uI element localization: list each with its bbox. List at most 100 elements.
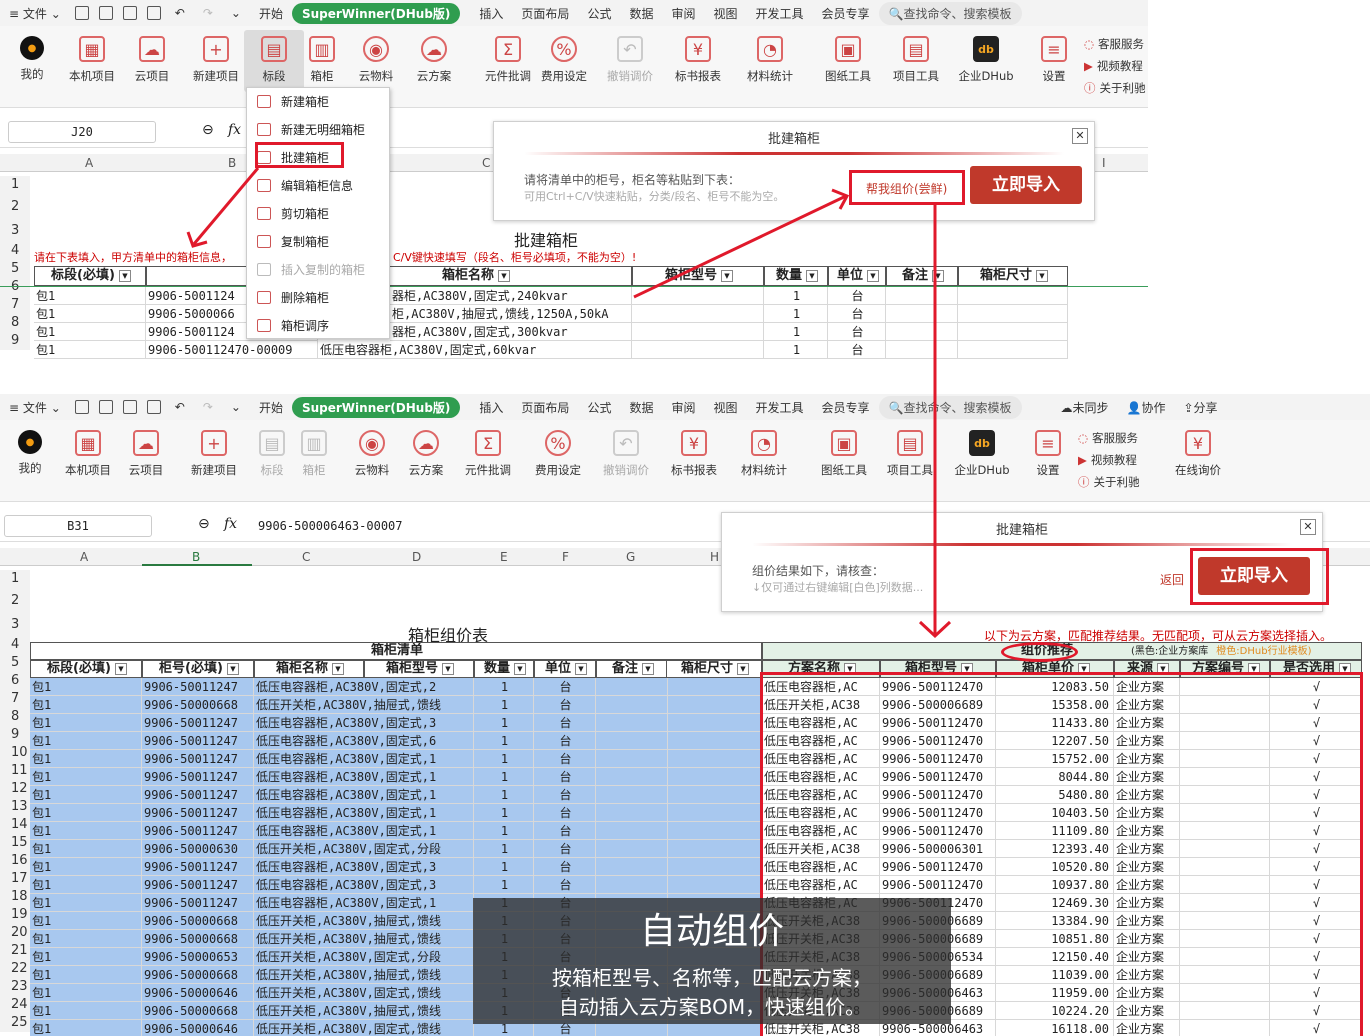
cell[interactable]: 低压电容器柜,AC380V,固定式,6 — [254, 732, 474, 750]
side-link-1[interactable]: ▶ 视频教程 — [1084, 58, 1143, 74]
top-header-6[interactable]: 备注 ▼ — [886, 266, 958, 286]
cell[interactable]: 包1 — [30, 1002, 142, 1020]
cell[interactable]: 包1 — [30, 948, 142, 966]
cell[interactable] — [668, 840, 762, 858]
cell[interactable] — [596, 840, 668, 858]
cell[interactable]: 低压电容器柜,AC380V,固定式,1 — [254, 768, 474, 786]
cell[interactable]: 低压开关柜,AC380V,抽屉式,馈线 — [254, 1002, 474, 1020]
col-a[interactable]: A — [80, 550, 88, 564]
zoom-icon[interactable]: ⊖ — [198, 516, 210, 532]
filter-icon[interactable]: ▼ — [867, 269, 879, 282]
cell[interactable] — [668, 714, 762, 732]
ribbon-cabinet-button[interactable]: ▥ 箱柜 — [292, 36, 352, 84]
ribbon-my-button[interactable]: ● 我的 — [2, 36, 62, 82]
cell[interactable]: 台 — [534, 750, 596, 768]
cell[interactable]: 包1 — [30, 714, 142, 732]
cell[interactable]: 9906-50000630 — [142, 840, 254, 858]
cell[interactable]: 包1 — [30, 876, 142, 894]
cell[interactable] — [596, 768, 668, 786]
cell[interactable]: 1 — [474, 858, 534, 876]
cell[interactable] — [596, 822, 668, 840]
sync-status[interactable]: ☁未同步 — [1052, 399, 1118, 416]
cell[interactable] — [958, 323, 1068, 341]
filter-icon[interactable]: ▼ — [332, 662, 344, 675]
cell[interactable]: 低压开关柜,AC380V,抽屉式,馈线 — [254, 912, 474, 930]
row-25[interactable]: 25 — [0, 1014, 30, 1032]
filter-icon[interactable]: ▼ — [442, 662, 454, 675]
cell[interactable] — [886, 287, 958, 305]
tab-insert[interactable]: 插入 — [470, 5, 512, 22]
cell[interactable]: 9906-50011247 — [142, 768, 254, 786]
cell[interactable]: 低压开关柜,AC380V,抽屉式,馈线 — [254, 930, 474, 948]
cell[interactable]: 台 — [534, 876, 596, 894]
cell[interactable]: 低压电容器柜,AC380V,固定式,1 — [254, 750, 474, 768]
top-header-4[interactable]: 数量 ▼ — [764, 266, 828, 286]
cell[interactable]: 低压开关柜,AC380V,抽屉式,馈线 — [254, 696, 474, 714]
cell[interactable]: 低压电容器柜,AC380V,固定式,1 — [254, 822, 474, 840]
side-link-1[interactable]: ▶ 视频教程 — [1078, 452, 1137, 468]
cell[interactable]: 柜,AC380V,抽屉式,馈线,1250A,50kA — [390, 305, 632, 323]
tab-review[interactable]: 审阅 — [662, 399, 704, 416]
ribbon-cabinet-button[interactable]: ▥ 箱柜 — [284, 430, 344, 478]
cell[interactable] — [632, 341, 764, 359]
cell[interactable]: 台 — [534, 768, 596, 786]
col-e[interactable]: E — [500, 550, 508, 564]
filter-icon[interactable]: ▼ — [737, 662, 749, 675]
cell[interactable]: 9906-50011247 — [142, 786, 254, 804]
close-icon[interactable]: ✕ — [1300, 519, 1316, 535]
tab-developer[interactable]: 开发工具 — [747, 399, 813, 416]
row-1[interactable]: 1 — [0, 176, 30, 194]
row-5[interactable]: 5 — [0, 260, 30, 278]
filter-icon[interactable]: ▼ — [498, 269, 510, 282]
row-19[interactable]: 19 — [0, 906, 30, 924]
file-menu[interactable]: ≡ 文件 ⌄ — [0, 399, 70, 416]
cell[interactable]: 9906-50011247 — [142, 732, 254, 750]
tab-superwinner[interactable]: SuperWinner(DHub版) — [291, 396, 461, 418]
cell[interactable] — [958, 341, 1068, 359]
cell[interactable]: 低压电容器柜,AC380V,固定式,60kvar — [318, 341, 632, 359]
cell[interactable]: 台 — [828, 287, 886, 305]
col-f[interactable]: F — [562, 550, 569, 564]
cell[interactable]: 包1 — [30, 822, 142, 840]
top-header-3[interactable]: 箱柜型号 ▼ — [632, 266, 764, 286]
col-g[interactable]: G — [626, 550, 635, 564]
side-link-0[interactable]: ◌ 客服服务 — [1084, 36, 1144, 52]
filter-icon[interactable]: ▼ — [721, 269, 733, 282]
cell[interactable]: 1 — [474, 696, 534, 714]
preview-icon[interactable] — [146, 6, 161, 20]
cell[interactable]: 9906-50000668 — [142, 966, 254, 984]
tab-member[interactable]: 会员专享 — [813, 399, 879, 416]
row-11[interactable]: 11 — [0, 762, 30, 780]
cell[interactable]: 1 — [474, 804, 534, 822]
zoom-icon[interactable]: ⊖ — [202, 122, 214, 138]
share-button[interactable]: ⇪分享 — [1174, 399, 1226, 416]
filter-icon[interactable]: ▼ — [118, 269, 131, 282]
tab-insert[interactable]: 插入 — [470, 399, 512, 416]
cell[interactable] — [668, 678, 762, 696]
row-9[interactable]: 9 — [0, 726, 30, 744]
filter-icon[interactable]: ▼ — [514, 662, 526, 675]
left-header-3[interactable]: 箱柜型号 ▼ — [364, 660, 474, 678]
search-box[interactable]: 🔍查找命令、搜索模板 — [878, 1, 1022, 25]
cell[interactable]: 低压电容器柜,AC380V,固定式,3 — [254, 858, 474, 876]
cell[interactable]: 器柜,AC380V,固定式,300kvar — [390, 323, 632, 341]
tab-formula[interactable]: 公式 — [578, 399, 620, 416]
cell[interactable] — [668, 858, 762, 876]
row-18[interactable]: 18 — [0, 888, 30, 906]
ribbon-my-button[interactable]: ● 我的 — [0, 430, 60, 476]
col-b[interactable]: B — [192, 550, 200, 564]
row-21[interactable]: 21 — [0, 942, 30, 960]
ribbon-cloud-material-button[interactable]: ◉ 云物料 — [342, 430, 402, 478]
filter-icon[interactable]: ▼ — [114, 662, 127, 675]
row-7[interactable]: 7 — [0, 296, 30, 314]
cell[interactable] — [668, 732, 762, 750]
ribbon-settings-button[interactable]: ≡ 设置 — [1024, 36, 1084, 84]
tab-home[interactable]: 开始 — [250, 5, 292, 22]
row-8[interactable]: 8 — [0, 708, 30, 726]
cell[interactable]: 1 — [474, 822, 534, 840]
row-8[interactable]: 8 — [0, 314, 30, 332]
left-header-7[interactable]: 箱柜尺寸 ▼ — [666, 660, 762, 678]
row-14[interactable]: 14 — [0, 816, 30, 834]
cell[interactable]: 包1 — [30, 768, 142, 786]
cell[interactable]: 1 — [474, 678, 534, 696]
